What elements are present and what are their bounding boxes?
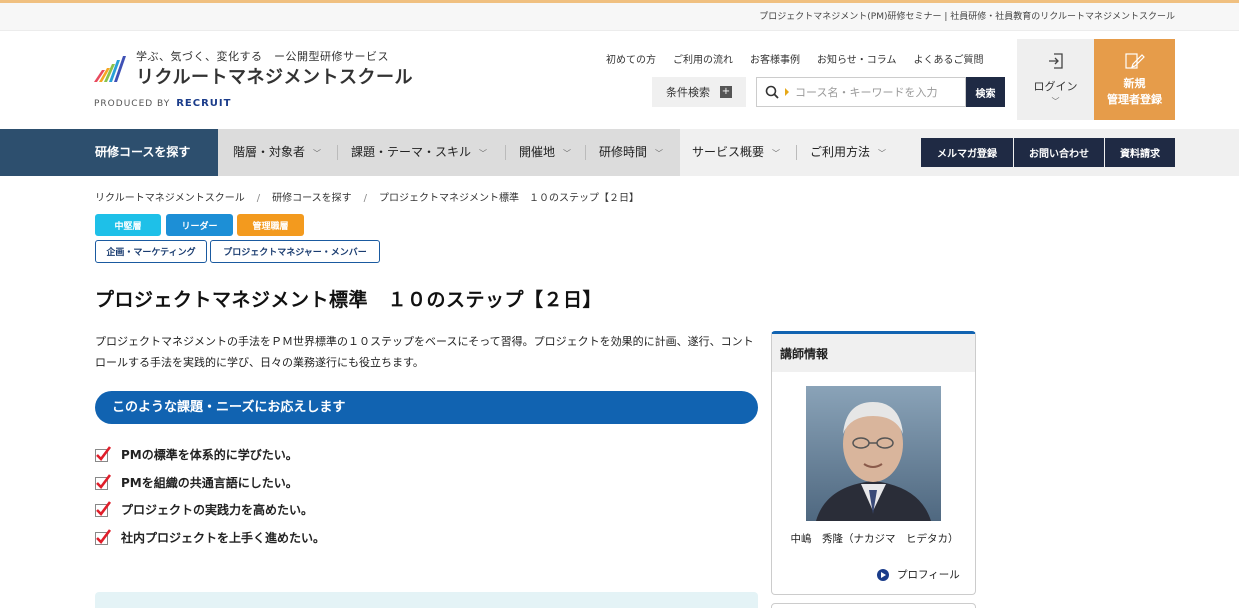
list-item: PMの標準を体系的に学びたい。 [95,441,325,469]
search-icon [765,85,779,99]
search-placeholder: コース名・キーワードを入力 [795,86,938,99]
utilnav-flow[interactable]: ご利用の流れ [673,51,733,66]
recruit-brand: RECRUIT [176,98,232,109]
produced-by: PRODUCED BY RECRUIT [94,98,231,109]
instructor-photo [806,386,941,521]
tag-planning-marketing[interactable]: 企画・マーケティング [95,240,207,263]
nav-item-level[interactable]: 階層・対象者 ﹀ [233,129,321,176]
nav-find-course[interactable]: 研修コースを探す [0,129,230,176]
nav-item-usage[interactable]: ご利用方法 ﹀ [810,129,886,176]
needs-list: PMの標準を体系的に学びたい。 PMを組織の共通言語にしたい。 プロジェクトの実… [95,441,325,551]
newsletter-button[interactable]: メルマガ登録 [921,138,1013,167]
need-text: PMの標準を体系的に学びたい。 [121,448,298,463]
arrow-right-icon [877,568,889,581]
breadcrumb-home[interactable]: リクルートマネジメントスクール [95,193,245,204]
chevron-down-icon: ﹀ [1051,97,1060,106]
nav-item-service-label: サービス概要 [692,145,765,159]
logo-mark-icon [94,56,126,82]
site-logo[interactable]: 学ぶ、気づく、変化する ー公開型研修サービス リクルートマネジメントスクール P… [94,46,412,116]
edit-icon [1124,53,1145,69]
login-icon [1048,53,1063,69]
nav-item-duration-label: 研修時間 [599,145,648,159]
need-text: プロジェクトの実践力を高めたい。 [121,503,314,518]
breadcrumb-find[interactable]: 研修コースを探す [272,193,352,204]
list-item: 社内プロジェクトを上手く進めたい。 [95,524,325,552]
chevron-down-icon: ﹀ [878,149,887,158]
need-text: 社内プロジェクトを上手く進めたい。 [121,530,326,545]
profile-link[interactable]: プロフィール [877,567,960,582]
nav-item-location-label: 開催地 [519,145,556,159]
needs-heading: このような課題・ニーズにお応えします [95,391,758,424]
profile-link-label: プロフィール [897,569,960,581]
utilnav-faq[interactable]: よくあるご質問 [914,51,984,66]
breadcrumb-current: プロジェクトマネジメント標準 １０のステップ【２日】 [378,193,639,204]
instructor-card: 講師情報 中嶋 秀隆（ナカジマ ヒデタカ） プロフィール [771,331,976,595]
checkbox-checked-icon [95,446,112,463]
login-label: ログイン [1033,80,1078,93]
register-button[interactable]: 新規 管理者登録 [1094,39,1175,120]
contact-button[interactable]: お問い合わせ [1014,138,1104,167]
caret-icon [785,88,789,96]
login-button[interactable]: ログイン ﹀ [1017,39,1094,120]
search-button[interactable]: 検索 [966,77,1005,107]
chevron-down-icon: ﹀ [313,149,322,158]
nav-item-duration[interactable]: 研修時間 ﹀ [599,129,663,176]
nav-item-usage-label: ご利用方法 [810,145,871,159]
utilnav-news[interactable]: お知らせ・コラム [817,51,897,66]
tag-pm-member[interactable]: プロジェクトマネジャー・メンバー [210,240,380,263]
breadcrumb-separator: / [256,193,261,204]
nav-divider [505,145,506,160]
nav-divider [796,145,797,160]
register-line1: 新規 [1123,77,1146,91]
nav-item-theme-label: 課題・テーマ・スキル [351,145,472,159]
course-lead: プロジェクトマネジメントの手法をＰＭ世界標準の１０ステップをベースにそって習得。… [95,335,754,369]
checkbox-checked-icon [95,473,112,491]
instructor-name: 中嶋 秀隆（ナカジマ ヒデタカ） [790,533,959,545]
search-input[interactable]: コース名・キーワードを入力 [756,77,966,107]
tag-leader[interactable]: リーダー [166,214,233,236]
checkbox-checked-icon [95,528,112,546]
instructor-heading: 講師情報 [772,334,975,372]
nav-item-level-label: 階層・対象者 [233,145,306,159]
nav-divider [585,145,586,160]
list-item: プロジェクトの実践力を高めたい。 [95,496,325,524]
produced-by-label: PRODUCED BY [94,99,171,109]
list-item: PMを組織の共通言語にしたい。 [95,469,325,497]
plus-icon: + [720,86,732,98]
breadcrumb: リクルートマネジメントスクール / 研修コースを探す / プロジェクトマネジメント標準 … [95,189,639,204]
content-box [95,592,758,608]
chevron-down-icon: ﹀ [772,149,781,158]
site-description: プロジェクトマネジメント(PM)研修セミナー | 社員研修・社員教育のリクルート… [759,12,1175,22]
condition-search-label: 条件検索 [666,86,710,99]
logo-tagline: 学ぶ、気づく、変化する ー公開型研修サービス [136,50,389,63]
chevron-down-icon: ﹀ [655,149,664,158]
chevron-down-icon: ﹀ [563,149,572,158]
nav-item-service[interactable]: サービス概要 ﹀ [692,129,780,176]
register-line2: 管理者登録 [1107,92,1162,106]
need-text: PMを組織の共通言語にしたい。 [121,475,298,490]
page-title: プロジェクトマネジメント標準 １０のステップ【２日】 [95,289,603,311]
chevron-down-icon: ﹀ [479,149,488,158]
instructor-card-next [771,603,976,608]
utilnav-first-time[interactable]: 初めての方 [606,51,656,66]
utilnav-cases[interactable]: お客様事例 [750,51,800,66]
top-bar: プロジェクトマネジメント(PM)研修セミナー | 社員研修・社員教育のリクルート… [0,3,1239,31]
nav-item-theme[interactable]: 課題・テーマ・スキル ﹀ [351,129,487,176]
utility-nav: 初めての方 ご利用の流れ お客様事例 お知らせ・コラム よくあるご質問 [606,51,1001,66]
breadcrumb-separator: / [363,193,367,204]
nav-divider [337,145,338,160]
nav-item-location[interactable]: 開催地 ﹀ [519,129,571,176]
request-docs-button[interactable]: 資料請求 [1105,138,1175,167]
condition-search-button[interactable]: 条件検索 + [652,77,746,107]
checkbox-checked-icon [95,501,112,518]
tag-manager[interactable]: 管理職層 [237,214,304,236]
logo-name: リクルートマネジメントスクール [136,67,413,88]
tag-mid-level[interactable]: 中堅層 [95,214,161,236]
